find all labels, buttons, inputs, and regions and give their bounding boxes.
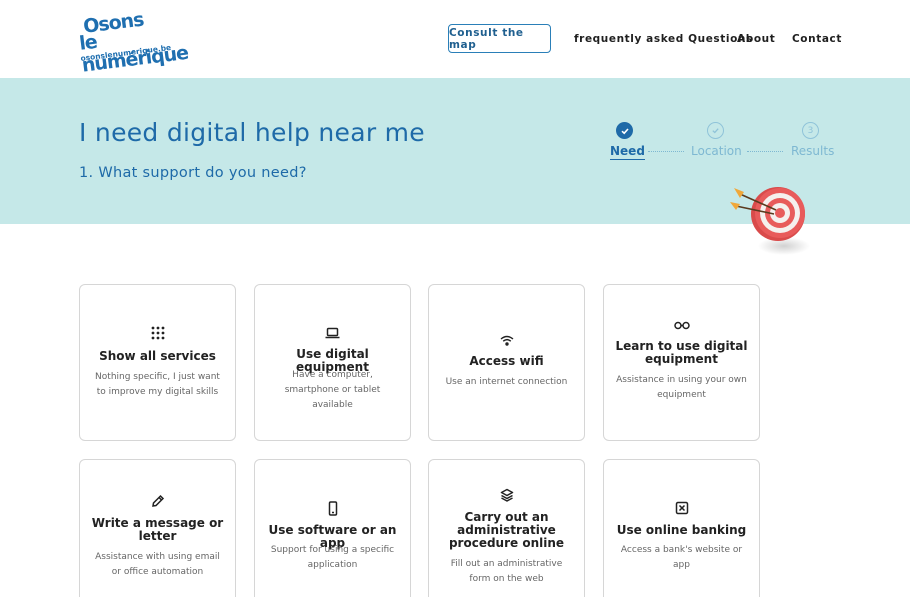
target-illustration	[730, 187, 810, 255]
card-use-software[interactable]: Use software or an app Support for using…	[254, 459, 411, 597]
step-connector	[648, 151, 684, 152]
layers-icon	[429, 488, 584, 502]
glasses-icon	[604, 321, 759, 330]
card-description: Assistance in using your own equipment	[616, 375, 747, 400]
card-description: Nothing specific, I just want to improve…	[95, 372, 220, 397]
laptop-icon	[255, 327, 410, 339]
page-title: I need digital help near me	[79, 118, 425, 147]
nav-about-link[interactable]: About	[737, 33, 775, 45]
step-location-label: Location	[691, 144, 742, 158]
step-location-check-icon	[707, 122, 724, 139]
card-description: Use an internet connection	[445, 377, 568, 387]
card-title: Show all services	[99, 349, 216, 363]
card-online-banking[interactable]: Use online banking Access a bank's websi…	[603, 459, 760, 597]
card-access-wifi[interactable]: Access wifi Use an internet connection	[428, 284, 585, 441]
card-title: Access wifi	[469, 354, 544, 368]
card-title: Write a message or letter	[91, 516, 224, 543]
card-description: Have a computer, smartphone or tablet av…	[284, 370, 381, 410]
card-description: Assistance with using email or office au…	[95, 552, 220, 577]
card-title: Carry out an administrative procedure on…	[448, 510, 565, 550]
card-title: Learn to use digital equipment	[615, 339, 748, 366]
card-description: Fill out an administrative form on the w…	[450, 559, 563, 584]
card-show-all-services[interactable]: Show all services Nothing specific, I ju…	[79, 284, 236, 441]
grid-icon	[80, 325, 235, 341]
step-question: 1. What support do you need?	[79, 165, 307, 181]
step-results-number: 3	[802, 122, 819, 139]
step-connector	[747, 151, 783, 152]
pencil-icon	[80, 494, 235, 508]
step-need-label[interactable]: Need	[610, 144, 645, 160]
card-write-message[interactable]: Write a message or letter Assistance wit…	[79, 459, 236, 597]
consult-map-button[interactable]: Consult the map	[448, 24, 551, 53]
card-title: Use online banking	[616, 523, 747, 537]
card-description: Support for using a specific application	[270, 545, 395, 570]
nav-contact-link[interactable]: Contact	[792, 33, 842, 45]
wifi-icon	[429, 335, 584, 346]
nav-faq-link[interactable]: frequently asked Questions	[574, 33, 753, 45]
card-description: Access a bank's website or app	[620, 545, 743, 570]
step-results-label: Results	[791, 144, 835, 158]
smartphone-icon	[255, 501, 410, 516]
card-use-digital-equipment[interactable]: Use digital equipment Have a computer, s…	[254, 284, 411, 441]
step-need-check-icon	[616, 122, 633, 139]
card-learn-digital-equipment[interactable]: Learn to use digital equipment Assistanc…	[603, 284, 760, 441]
card-administrative-procedure[interactable]: Carry out an administrative procedure on…	[428, 459, 585, 597]
bank-card-icon	[604, 501, 759, 515]
site-logo[interactable]: Osons le numérique osonslenumerique.be	[78, 9, 198, 77]
site-header: Osons le numérique osonslenumerique.be C…	[0, 0, 910, 78]
